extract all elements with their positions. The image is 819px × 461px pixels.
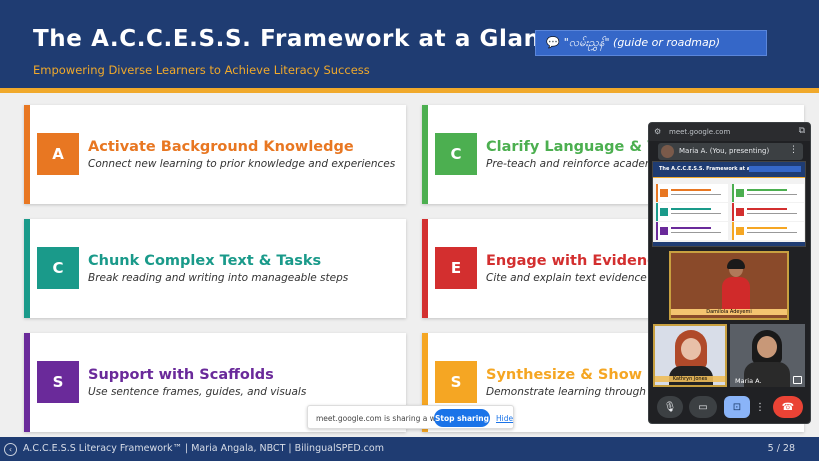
speaker-name-tag: Damilola Adeyemi [671, 309, 787, 315]
card-description: Connect new learning to prior knowledge … [88, 158, 396, 170]
card-title: Engage with Evidence [486, 253, 666, 269]
preview-card [732, 184, 804, 202]
camera-icon: ▭ [698, 401, 708, 413]
speech-bubble-icon: 💬 [546, 36, 560, 49]
present-button[interactable]: ⊡ [724, 396, 750, 418]
more-vert-icon: ⋮ [755, 401, 765, 413]
card-description: Pre-teach and reinforce academic [486, 158, 664, 170]
translation-callout: 💬 "လမ်းညွှန်" (guide or roadmap) [535, 30, 767, 56]
card-activate: A Activate Background Knowledge Connect … [24, 105, 406, 204]
card-chunk: C Chunk Complex Text & Tasks Break readi… [24, 219, 406, 318]
speaker-video-tile[interactable]: Damilola Adeyemi [669, 251, 789, 320]
card-accent-bar [24, 105, 30, 204]
phone-hangup-icon: ☎ [781, 401, 795, 413]
preview-rule [653, 177, 805, 178]
pip-icon[interactable] [793, 376, 802, 384]
slide-footer: ‹ A.C.C.E.S.S Literacy Framework™ | Mari… [0, 437, 819, 461]
card-letter-badge: C [435, 133, 477, 175]
card-accent-bar [422, 219, 428, 318]
slide-subtitle: Empowering Diverse Learners to Achieve L… [33, 63, 370, 77]
preview-footer [653, 242, 805, 246]
card-accent-bar [422, 105, 428, 204]
translation-text: "လမ်းညွှန်" (guide or roadmap) [563, 36, 721, 49]
mic-icon: 🎙 [663, 401, 677, 413]
participant-caption: Kathryn Jones [655, 376, 725, 382]
meet-url-bar: ⚙ meet.google.com ⧉ [649, 123, 810, 141]
chevron-left-icon[interactable]: ‹ [4, 443, 17, 456]
present-icon: ⊡ [732, 401, 742, 413]
card-letter-badge: C [37, 247, 79, 289]
presenting-label: Maria A. (You, presenting) [679, 147, 770, 155]
meet-controls: 🎙 ▭ ⊡ ⋮ ☎ [648, 392, 811, 424]
stop-sharing-button[interactable]: Stop sharing [434, 409, 490, 427]
preview-card [656, 222, 728, 240]
preview-card [656, 203, 728, 221]
meet-url: meet.google.com [669, 128, 731, 136]
slide-title: The A.C.C.E.S.S. Framework at a Glance [33, 26, 572, 52]
preview-card [732, 203, 804, 221]
more-options-button[interactable]: ⋮ [754, 396, 766, 418]
end-call-button[interactable]: ☎ [773, 396, 803, 418]
participant-frame: Kathryn Jones [655, 326, 725, 385]
presentation-preview[interactable]: The A.C.C.E.S.S. Framework at a Glance [652, 161, 806, 247]
presenting-row[interactable]: Maria A. (You, presenting) ⋮ [658, 143, 803, 160]
tune-icon[interactable]: ⚙ [654, 127, 661, 136]
card-description: Cite and explain text evidence to s [486, 272, 670, 284]
card-description: Demonstrate learning through wr [486, 386, 663, 398]
card-letter-badge: A [37, 133, 79, 175]
self-video-tile[interactable]: Maria A. [730, 324, 805, 387]
card-letter-badge: E [435, 247, 477, 289]
camera-button[interactable]: ▭ [689, 396, 717, 418]
participant-video-tile[interactable]: Kathryn Jones [653, 324, 727, 387]
self-name-label: Maria A. [735, 377, 762, 385]
card-title: Activate Background Knowledge [88, 139, 354, 155]
preview-translation [749, 166, 801, 172]
card-title: Support with Scaffolds [88, 367, 274, 383]
microphone-button[interactable]: 🎙 [657, 396, 683, 418]
open-external-icon[interactable]: ⧉ [799, 126, 805, 136]
card-letter-badge: S [435, 361, 477, 403]
screen-share-bar: meet.google.com is sharing a window. Sto… [307, 405, 514, 429]
card-title: Chunk Complex Text & Tasks [88, 253, 322, 269]
card-accent-bar [24, 219, 30, 318]
hide-share-bar-link[interactable]: Hide [496, 414, 513, 423]
more-vert-icon[interactable]: ⋮ [789, 145, 798, 155]
speaker-figure [721, 259, 751, 313]
page-number: 5 / 28 [767, 443, 795, 454]
card-accent-bar [24, 333, 30, 432]
avatar [661, 145, 674, 158]
card-letter-badge: S [37, 361, 79, 403]
preview-card [732, 222, 804, 240]
footer-text: A.C.C.E.S.S Literacy Framework™ | Maria … [23, 443, 384, 454]
card-description: Use sentence frames, guides, and visuals [88, 386, 307, 398]
preview-card [656, 184, 728, 202]
card-description: Break reading and writing into manageabl… [88, 272, 349, 284]
